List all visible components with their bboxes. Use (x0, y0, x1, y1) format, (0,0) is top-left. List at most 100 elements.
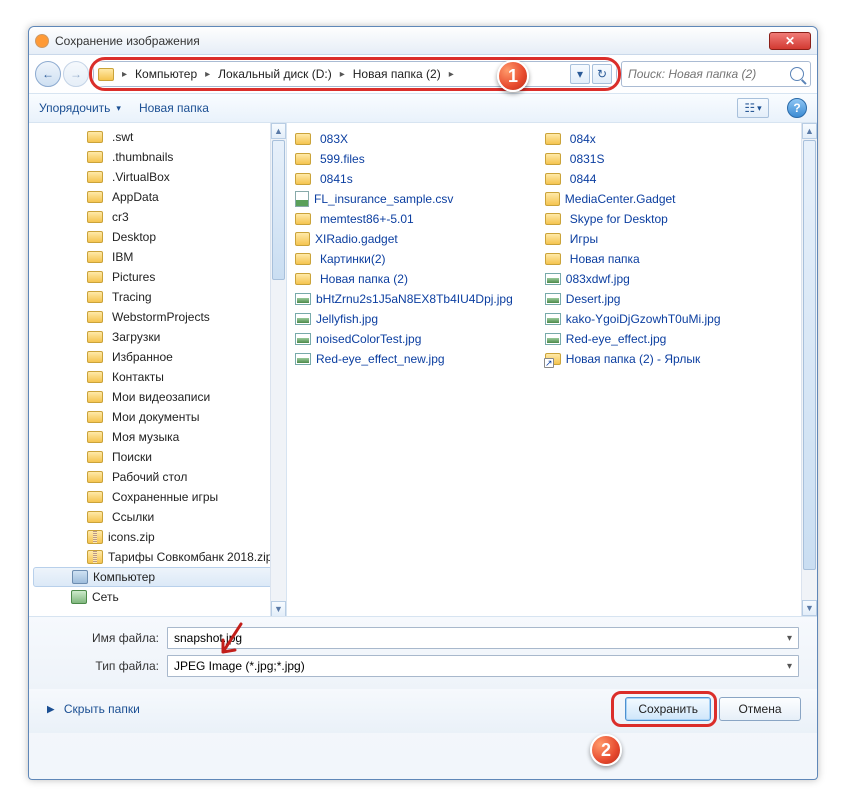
address-wrap: ▸ Компьютер ▸ Локальный диск (D:) ▸ Нова… (93, 61, 617, 87)
file-item[interactable]: memtest86+-5.01 (291, 209, 517, 229)
forward-button[interactable]: → (63, 61, 89, 87)
scroll-thumb[interactable] (272, 140, 285, 280)
tree-item[interactable]: Поиски (29, 447, 286, 467)
folder-icon (87, 131, 103, 143)
chevron-right-icon: ▸ (447, 69, 456, 80)
chevron-right-icon: ▸ (120, 69, 129, 80)
close-button[interactable]: ✕ (769, 32, 811, 50)
tree-item[interactable]: Тарифы Совкомбанк 2018.zip (29, 547, 286, 567)
scroll-thumb[interactable] (803, 140, 816, 570)
file-item[interactable]: Картинки(2) (291, 249, 517, 269)
file-item[interactable]: Новая папка (2) - Ярлык (541, 349, 725, 369)
csv-icon (295, 191, 309, 207)
file-item[interactable]: XIRadio.gadget (291, 229, 517, 249)
tree-root-item[interactable]: Сеть (29, 587, 286, 607)
help-button[interactable]: ? (787, 98, 807, 118)
file-item-label: noisedColorTest.jpg (316, 332, 421, 346)
file-item[interactable]: kako-YgoiDjGzowhT0uMi.jpg (541, 309, 725, 329)
tree-item[interactable]: Мои видеозаписи (29, 387, 286, 407)
file-item[interactable]: FL_insurance_sample.csv (291, 189, 517, 209)
address-bar[interactable]: ▸ Компьютер ▸ Локальный диск (D:) ▸ Нова… (93, 61, 617, 87)
tree-item[interactable]: AppData (29, 187, 286, 207)
new-folder-button[interactable]: Новая папка (139, 101, 209, 115)
file-item-label: 083xdwf.jpg (566, 272, 630, 286)
folder-icon (87, 511, 103, 523)
tree-item[interactable]: Избранное (29, 347, 286, 367)
body-area: .swt.thumbnails.VirtualBox AppData cr3Desk… (29, 123, 817, 617)
tree-item[interactable]: Сохраненные игры (29, 487, 286, 507)
file-item-label: 0841s (320, 172, 353, 186)
tree-item-label: Рабочий стол (112, 470, 187, 484)
tree-item[interactable]: Моя музыка (29, 427, 286, 447)
file-item[interactable]: 083X (291, 129, 517, 149)
tree-item[interactable]: .thumbnails (29, 147, 286, 167)
file-item[interactable]: 0844 (541, 169, 725, 189)
view-options-button[interactable]: ☷ (737, 98, 769, 118)
file-item[interactable]: Новая папка (541, 249, 725, 269)
scroll-down-button[interactable]: ▼ (271, 601, 286, 616)
file-item[interactable]: Игры (541, 229, 725, 249)
back-button[interactable]: ← (35, 61, 61, 87)
scroll-up-button[interactable]: ▲ (802, 123, 817, 139)
crumb-computer[interactable]: Компьютер (131, 65, 201, 83)
filetype-combo[interactable]: JPEG Image (*.jpg;*.jpg) (167, 655, 799, 677)
hide-folders-label: Скрыть папки (64, 702, 140, 716)
tree-item[interactable]: icons.zip (29, 527, 286, 547)
tree-item[interactable]: Pictures (29, 267, 286, 287)
file-item[interactable]: MediaCenter.Gadget (541, 189, 725, 209)
tree-root-item[interactable]: Компьютер (33, 567, 282, 587)
refresh-button[interactable]: ↻ (592, 64, 612, 84)
tree-item[interactable]: .VirtualBox (29, 167, 286, 187)
crumb-drive[interactable]: Локальный диск (D:) (214, 65, 336, 83)
file-item[interactable]: 083xdwf.jpg (541, 269, 725, 289)
tree-item[interactable]: Мои документы (29, 407, 286, 427)
organize-menu[interactable]: Упорядочить (39, 101, 121, 115)
file-item-label: Новая папка (2) (320, 272, 408, 286)
scroll-up-button[interactable]: ▲ (271, 123, 286, 139)
file-item-label: Картинки(2) (320, 252, 386, 266)
tree-item[interactable]: Ссылки (29, 507, 286, 527)
list-scrollbar[interactable]: ▲ ▼ (801, 123, 817, 616)
file-item[interactable]: noisedColorTest.jpg (291, 329, 517, 349)
file-item[interactable]: 599.files (291, 149, 517, 169)
search-box[interactable] (621, 61, 811, 87)
file-item[interactable]: 084x (541, 129, 725, 149)
file-item[interactable]: bHtZrnu2s1J5aN8EX8Tb4IU4Dpj.jpg (291, 289, 517, 309)
crumb-folder[interactable]: Новая папка (2) (349, 65, 445, 83)
tree-item[interactable]: cr3 (29, 207, 286, 227)
file-item[interactable]: Red-eye_effect_new.jpg (291, 349, 517, 369)
tree-item[interactable]: Контакты (29, 367, 286, 387)
file-item[interactable]: 0841s (291, 169, 517, 189)
nav-row: ← → ▸ Компьютер ▸ Локальный диск (D:) ▸ … (29, 55, 817, 93)
tree-item[interactable]: WebstormProjects (29, 307, 286, 327)
cancel-button[interactable]: Отмена (719, 697, 801, 721)
tree-item-label: Контакты (112, 370, 164, 384)
save-button[interactable]: Сохранить (625, 697, 711, 721)
folder-icon (295, 273, 311, 285)
filename-input[interactable]: snapshot.jpg (167, 627, 799, 649)
file-item[interactable]: Desert.jpg (541, 289, 725, 309)
tree-item[interactable]: Tracing (29, 287, 286, 307)
hide-folders-link[interactable]: ▲ Скрыть папки (45, 702, 140, 717)
file-item[interactable]: Новая папка (2) (291, 269, 517, 289)
file-item[interactable]: Red-eye_effect.jpg (541, 329, 725, 349)
scroll-down-button[interactable]: ▼ (802, 600, 817, 616)
file-item[interactable]: 0831S (541, 149, 725, 169)
tree-item[interactable]: IBM (29, 247, 286, 267)
cancel-label: Отмена (738, 702, 781, 716)
chevron-right-icon: ▸ (203, 69, 212, 80)
tree-item[interactable]: Рабочий стол (29, 467, 286, 487)
folder-icon (87, 451, 103, 463)
tree-item-label: icons.zip (108, 530, 155, 544)
tree-scrollbar[interactable]: ▲ ▼ (270, 123, 286, 616)
folder-icon (87, 331, 103, 343)
address-dropdown[interactable]: ▾ (570, 64, 590, 84)
file-item[interactable]: Skype for Desktop (541, 209, 725, 229)
tree-item[interactable]: Загрузки (29, 327, 286, 347)
tree-item-label: Тарифы Совкомбанк 2018.zip (108, 550, 272, 564)
tree-item[interactable]: .swt (29, 127, 286, 147)
search-input[interactable] (628, 67, 786, 81)
file-item[interactable]: Jellyfish.jpg (291, 309, 517, 329)
tree-item-label: AppData (112, 190, 159, 204)
tree-item[interactable]: Desktop (29, 227, 286, 247)
